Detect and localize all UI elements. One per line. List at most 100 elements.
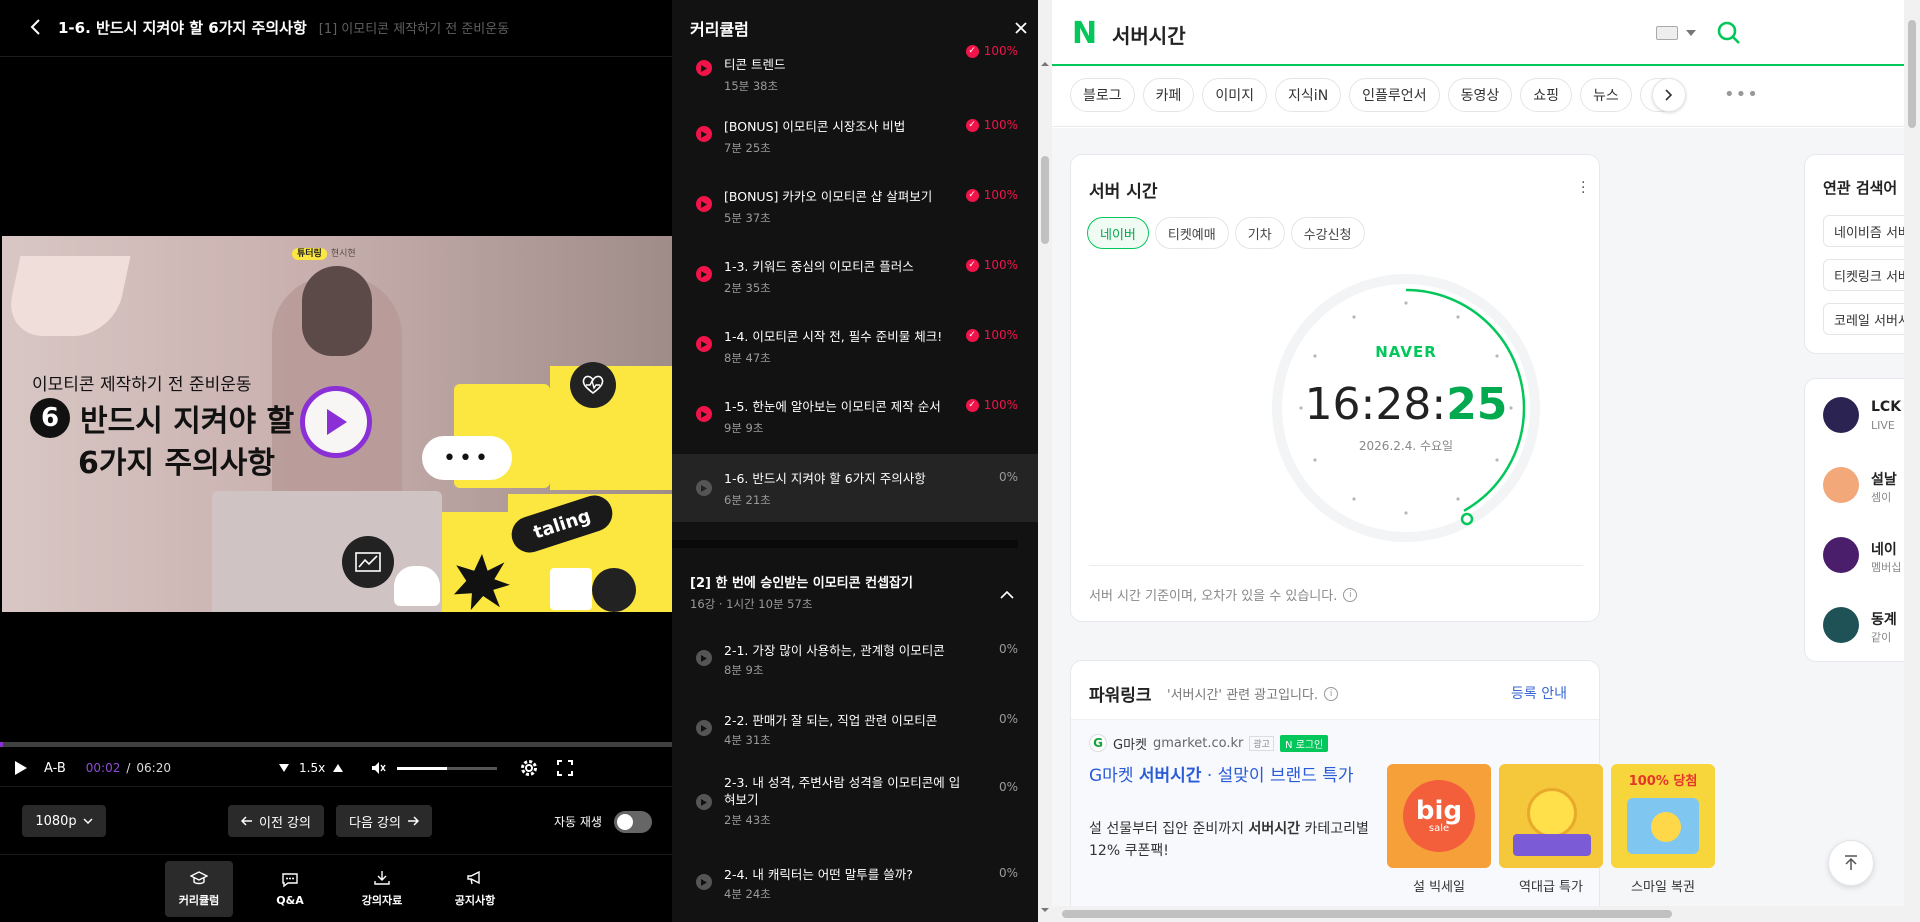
megaphone-icon bbox=[467, 870, 480, 885]
gift-box-icon bbox=[1513, 834, 1591, 856]
lesson-duration: 5분 37초 bbox=[724, 211, 771, 225]
avatar bbox=[1823, 397, 1859, 433]
naver-horizontal-scrollbar[interactable] bbox=[1052, 906, 1904, 922]
lesson-item[interactable]: 1-5. 한눈에 알아보는 이모티콘 제작 순서 9분 9초 ✓ 100% bbox=[672, 386, 1038, 454]
lesson-item[interactable]: [BONUS] 카카오 이모티콘 샵 살펴보기 5분 37초 ✓ 100% bbox=[672, 176, 1038, 244]
lecture-title: 1-6. 반드시 지켜야 할 6가지 주의사항 bbox=[58, 18, 307, 37]
search-icon[interactable] bbox=[1716, 20, 1742, 50]
scroll-up-arrow-icon bbox=[1041, 62, 1049, 66]
server-clock: NAVER 16:28:25 2026.2.4. 수요일 bbox=[1269, 271, 1543, 545]
search-query[interactable]: 서버시간 bbox=[1112, 20, 1186, 49]
lesson-duration: 2분 43초 bbox=[724, 813, 771, 827]
chevron-up-icon[interactable] bbox=[1000, 584, 1014, 603]
curriculum-panel: 커리큘럼 티콘 트렌드 15분 38초 ✓ 100% [BONUS] 이모티콘 시… bbox=[672, 0, 1038, 922]
nav-materials[interactable]: 강의자료 bbox=[348, 861, 416, 917]
lesson-progress: 100% bbox=[983, 328, 1018, 342]
stream-sub: 같이 bbox=[1871, 631, 1892, 644]
keyboard-dropdown-icon[interactable] bbox=[1686, 30, 1696, 36]
lesson-duration: 9분 9초 bbox=[724, 421, 764, 435]
powerlink-sub-text: '서버시간' 관련 광고입니다. bbox=[1167, 688, 1319, 703]
speed-down-icon[interactable] bbox=[279, 764, 289, 772]
tab-kin[interactable]: 지식iN bbox=[1275, 78, 1342, 112]
ad-site[interactable]: G마켓 gmarket.co.kr 광고 N 로그인 bbox=[1113, 734, 1329, 753]
nav-qna[interactable]: Q&A bbox=[256, 861, 324, 917]
tab-train[interactable]: 기차 bbox=[1234, 217, 1285, 249]
tab-cafe[interactable]: 카페 bbox=[1142, 78, 1195, 112]
video-frame[interactable]: 튜터링 현시현 이모티콘 제작하기 전 준비운동 6 반드시 지켜야 할 6가지 주… bbox=[2, 236, 672, 612]
server-time-card: 서버 시간 · · · 네이버 티켓예매 기차 수강신청 NAVER 16:28… bbox=[1070, 154, 1600, 622]
tab-blog[interactable]: 블로그 bbox=[1070, 78, 1135, 112]
chevron-right-icon[interactable] bbox=[1652, 78, 1686, 112]
scrollbar-thumb[interactable] bbox=[1041, 156, 1049, 244]
play-icon[interactable] bbox=[14, 760, 28, 776]
back-arrow-icon[interactable] bbox=[24, 16, 46, 38]
tab-news[interactable]: 뉴스 bbox=[1579, 78, 1632, 112]
ad-thumb-special[interactable] bbox=[1499, 764, 1603, 868]
scrollbar-thumb[interactable] bbox=[1062, 910, 1672, 918]
more-dots-icon[interactable]: ••• bbox=[1724, 84, 1759, 105]
register-link[interactable]: 등록 안내 bbox=[1511, 683, 1567, 703]
ad-thumb-caption: 스마일 복권 bbox=[1631, 880, 1695, 895]
clock-time: 16:28:25 bbox=[1269, 379, 1543, 430]
fullscreen-icon[interactable] bbox=[557, 760, 574, 776]
kebab-menu-icon[interactable]: · · · bbox=[1581, 176, 1585, 200]
graduation-cap-icon bbox=[190, 871, 208, 885]
lesson-item[interactable]: 1-4. 이모티콘 시작 전, 필수 준비물 체크! 8분 47초 ✓ 100% bbox=[672, 316, 1038, 384]
quality-select[interactable]: 1080p bbox=[22, 805, 106, 837]
info-icon[interactable]: i bbox=[1324, 686, 1339, 701]
tab-image[interactable]: 이미지 bbox=[1202, 78, 1268, 112]
tab-ticket[interactable]: 티켓예매 bbox=[1154, 217, 1229, 249]
player-header: 1-6. 반드시 지켜야 할 6가지 주의사항 [1] 이모티콘 제작하기 전 … bbox=[0, 0, 672, 54]
ad-headline[interactable]: G마켓 서버시간 · 설맞이 브랜드 특가 bbox=[1089, 764, 1379, 788]
play-overlay-button[interactable] bbox=[300, 386, 372, 458]
keyboard-icon[interactable] bbox=[1656, 26, 1678, 40]
curriculum-scrollbar[interactable] bbox=[1038, 0, 1052, 922]
settings-gear-icon[interactable] bbox=[519, 758, 539, 778]
naver-logo-icon[interactable]: N bbox=[1072, 19, 1097, 49]
close-icon[interactable] bbox=[1014, 20, 1028, 39]
autoplay-toggle[interactable] bbox=[614, 811, 652, 833]
lesson-item-current[interactable]: 1-6. 반드시 지켜야 할 6가지 주의사항 6분 21초 0% bbox=[672, 454, 1038, 522]
ad-thumb-bigsale[interactable]: big sale bbox=[1387, 764, 1491, 868]
naver-vertical-scrollbar[interactable] bbox=[1904, 0, 1920, 922]
lesson-item[interactable]: 2-4. 내 캐릭터는 어떤 말투를 쓸까? 4분 24초 0% bbox=[672, 854, 1038, 922]
powerlink-card: 파워링크 '서버시간' 관련 광고입니다. i 등록 안내 G G마켓 gmark… bbox=[1070, 660, 1715, 922]
scroll-top-icon[interactable] bbox=[1828, 840, 1874, 886]
tab-influencer[interactable]: 인플루언서 bbox=[1349, 78, 1440, 112]
lesson-duration: 4분 24초 bbox=[724, 887, 771, 901]
lesson-status: ✓ 100% bbox=[965, 188, 1018, 202]
lesson-duration: 2분 35초 bbox=[724, 281, 771, 295]
ad-badge: 광고 bbox=[1249, 736, 1274, 751]
speed-up-icon[interactable] bbox=[333, 764, 344, 772]
lesson-duration: 6분 21초 bbox=[724, 493, 771, 507]
section-header[interactable]: [2] 한 번에 승인받는 이모티콘 컨셉잡기 16강 · 1시간 10분 57… bbox=[672, 540, 1018, 611]
lesson-item[interactable]: 1-3. 키워드 중심의 이모티콘 플러스 2분 35초 ✓ 100% bbox=[672, 246, 1038, 314]
volume-icon[interactable] bbox=[371, 761, 387, 775]
nav-curriculum[interactable]: 커리큘럼 bbox=[165, 861, 233, 917]
naver-search-panel: N 서버시간 블로그 카페 이미지 지식iN 인플루언서 동영상 쇼핑 뉴스 쇼 bbox=[1052, 0, 1920, 922]
lesson-item[interactable]: 2-3. 내 성격, 주변사람 성격을 이모티콘에 입혀보기 2분 43초 0% bbox=[672, 770, 1038, 850]
info-icon[interactable]: i bbox=[1343, 587, 1358, 602]
lesson-item[interactable]: [BONUS] 이모티콘 시장조사 비법 7분 25초 ✓ 100% bbox=[672, 106, 1038, 174]
check-icon: ✓ bbox=[965, 118, 979, 132]
prev-lecture-button[interactable]: 이전 강의 bbox=[228, 805, 324, 837]
time-separator: / bbox=[126, 761, 131, 775]
nav-notice[interactable]: 공지사항 bbox=[441, 861, 509, 917]
ad-thumb-lottery[interactable]: 100% 당첨 bbox=[1611, 764, 1715, 868]
smile-character-icon bbox=[1527, 788, 1577, 838]
nav-notice-label: 공지사항 bbox=[454, 894, 496, 907]
lesson-item[interactable]: 2-2. 판매가 잘 되는, 직업 관련 이모티콘 4분 31초 0% bbox=[672, 700, 1038, 768]
ab-repeat-button[interactable]: A-B bbox=[44, 761, 66, 776]
chart-icon bbox=[342, 536, 394, 588]
tab-naver[interactable]: 네이버 bbox=[1087, 217, 1149, 249]
lesson-item[interactable]: 2-1. 가장 많이 사용하는, 관계형 이모티콘 8분 9초 0% bbox=[672, 630, 1038, 698]
tab-video[interactable]: 동영상 bbox=[1447, 78, 1513, 112]
lesson-title: 2-4. 내 캐릭터는 어떤 말투를 쓸까? bbox=[724, 867, 913, 882]
scrollbar-thumb[interactable] bbox=[1908, 20, 1916, 128]
next-lecture-button[interactable]: 다음 강의 bbox=[336, 805, 432, 837]
tab-course[interactable]: 수강신청 bbox=[1290, 217, 1365, 249]
server-note: 서버 시간 기준이며, 오차가 있을 수 있습니다. i bbox=[1089, 585, 1358, 604]
progress-bar[interactable] bbox=[0, 742, 672, 747]
volume-slider[interactable] bbox=[397, 766, 498, 770]
tab-shopping[interactable]: 쇼핑 bbox=[1520, 78, 1572, 112]
